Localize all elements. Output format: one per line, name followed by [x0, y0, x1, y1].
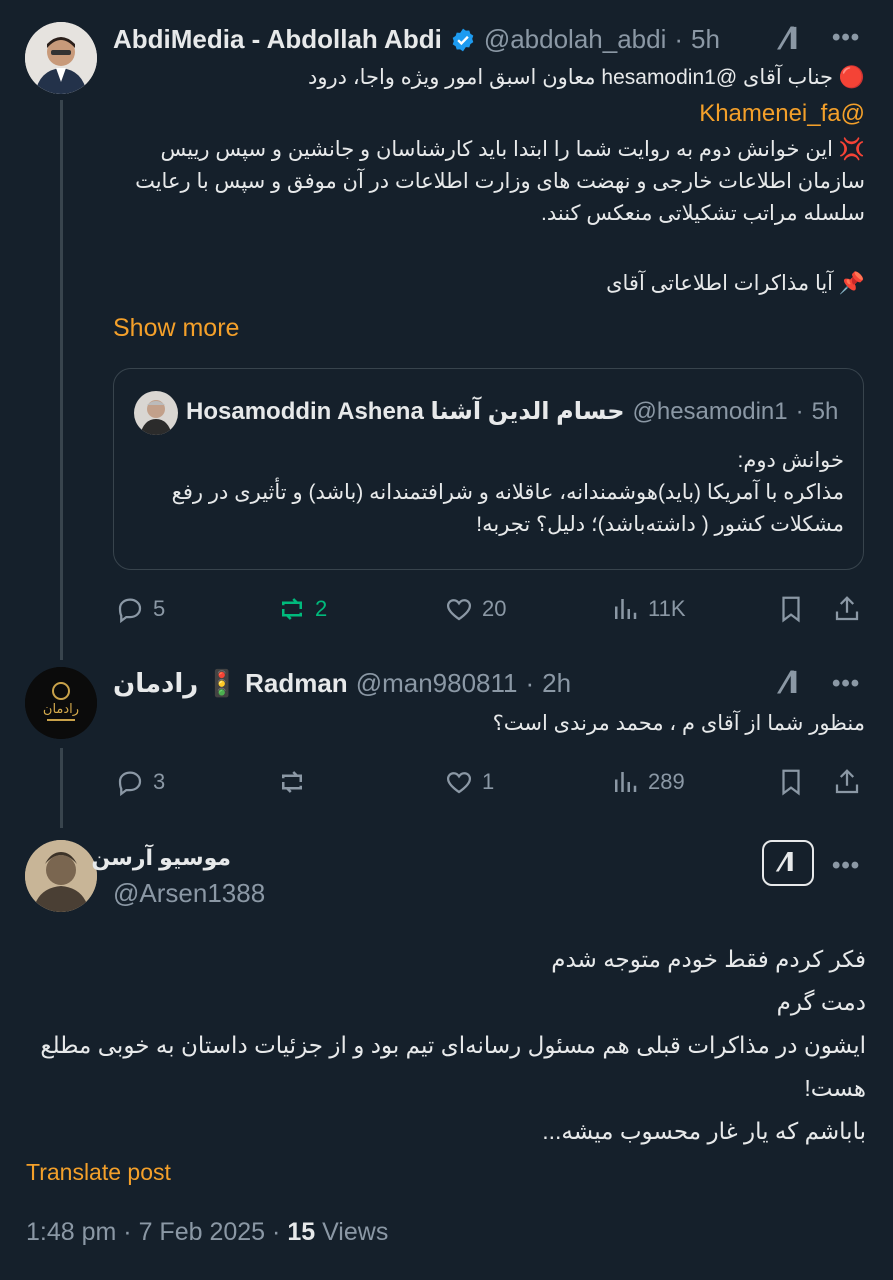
bookmark-button[interactable]	[776, 594, 806, 624]
views-button[interactable]: 289	[610, 767, 685, 797]
views-icon	[615, 599, 637, 619]
views-count: 289	[648, 769, 685, 794]
views-button[interactable]: 11K	[610, 594, 686, 624]
bookmark-icon	[782, 769, 800, 796]
timestamp[interactable]: 2h	[542, 668, 571, 699]
thread-line	[60, 100, 63, 660]
text-line: هست!	[804, 1075, 866, 1101]
quoted-timestamp: 5h	[811, 397, 839, 425]
views-label: Views	[322, 1218, 389, 1246]
text-line: خوانش دوم:	[737, 449, 844, 472]
text-line: مذاکره با آمریکا (باید)هوشمندانه، عاقلان…	[171, 481, 844, 504]
quoted-display-name: Hosamoddin Ashena حسام الدین آشنا	[186, 398, 625, 425]
verified-icon	[450, 27, 476, 53]
avatar	[134, 391, 178, 435]
grok-icon: ⁄I	[780, 848, 795, 878]
tweet-text: 🔴 جناب آقای @hesamodin1 معاون اسبق امور …	[113, 62, 865, 300]
display-name[interactable]: AbdiMedia - Abdollah Abdi	[113, 24, 442, 55]
grok-icon[interactable]: ⁄I	[783, 666, 799, 701]
text-line: فکر کردم فقط خودم متوجه شدم	[551, 946, 866, 972]
bookmark-icon	[782, 596, 800, 623]
text-line: سازمان اطلاعات خارجی و نهضت های وزارت اط…	[135, 170, 865, 193]
handle[interactable]: @abdolah_abdi	[484, 24, 667, 55]
translate-post-link[interactable]: Translate post	[26, 1159, 171, 1186]
like-count: 1	[482, 769, 495, 794]
share-icon	[835, 596, 859, 621]
bookmark-button[interactable]	[776, 767, 806, 797]
quoted-text: خوانش دوم: مذاکره با آمریکا (باید)هوشمند…	[134, 445, 844, 541]
text-line: 📌 آیا مذاکرات اطلاعاتی آقای	[606, 272, 865, 295]
views-count: 15	[287, 1218, 316, 1246]
reply-count: 3	[153, 769, 166, 794]
avatar[interactable]	[25, 840, 97, 912]
share-button[interactable]	[832, 594, 862, 624]
repost-button[interactable]: 2	[277, 594, 327, 624]
reply-icon	[118, 771, 142, 797]
text-line: مشکلات کشور ( داشته‌باشد)؛ دلیل؟ تجربه!	[476, 513, 844, 536]
separator-dot: ·	[674, 24, 684, 54]
views-count: 11K	[648, 596, 686, 621]
handle[interactable]: @Arsen1388	[113, 878, 265, 909]
text-line: 💢 این خوانش دوم به روایت شما را ابتدا با…	[160, 138, 865, 161]
text-line: سلسله مراتب تشکیلاتی منعکس کنند.	[541, 202, 865, 225]
reply-button[interactable]: 3	[115, 767, 165, 797]
show-more-link[interactable]: Show more	[113, 314, 239, 343]
quoted-handle: @hesamodin1	[632, 397, 788, 425]
avatar[interactable]: رادمان	[25, 667, 97, 739]
grok-icon[interactable]: ⁄I	[783, 22, 799, 57]
text-line: 🔴 جناب آقای @hesamodin1 معاون اسبق امور …	[308, 66, 865, 89]
more-icon[interactable]: •••	[832, 852, 860, 880]
like-count: 20	[482, 596, 507, 621]
avatar[interactable]	[25, 22, 97, 94]
like-button[interactable]: 1	[444, 767, 494, 797]
repost-icon	[282, 598, 302, 620]
post-time[interactable]: 1:48 pm	[26, 1218, 116, 1246]
tweet-text: منظور شما از آقای م ، محمد مرندی است؟	[492, 712, 865, 735]
repost-button[interactable]	[277, 767, 307, 797]
timestamp[interactable]: 5h	[691, 24, 720, 55]
text-line: باباشم که یار غار محسوب میشه...	[542, 1118, 866, 1144]
more-icon[interactable]: •••	[832, 670, 860, 698]
like-icon	[446, 772, 472, 794]
views-icon	[615, 772, 637, 792]
share-icon	[835, 769, 859, 794]
svg-text:رادمان: رادمان	[43, 702, 79, 717]
tweet-text: فکر کردم فقط خودم متوجه شدم دمت گرم ایشو…	[26, 938, 866, 1153]
text-line: دمت گرم	[776, 989, 866, 1015]
grok-button[interactable]: ⁄I	[762, 840, 814, 886]
mention-link[interactable]: @Khamenei_fa	[113, 94, 865, 134]
display-name[interactable]: رادمان 🚦 Radman	[113, 668, 348, 699]
text-line: ایشون در مذاکرات قبلی هم مسئول رسانه‌ای …	[40, 1032, 866, 1058]
reply-count: 5	[153, 596, 166, 621]
quoted-tweet-card[interactable]: Hosamoddin Ashena حسام الدین آشنا @hesam…	[113, 368, 864, 570]
more-icon[interactable]: •••	[832, 24, 860, 52]
thread-line	[60, 748, 63, 828]
share-button[interactable]	[832, 767, 862, 797]
reply-icon	[118, 598, 142, 624]
repost-icon	[282, 771, 302, 793]
post-meta: 1:48 pm · 7 Feb 2025 · 15 Views	[26, 1218, 389, 1246]
like-icon	[446, 599, 472, 621]
handle[interactable]: @man980811	[356, 668, 518, 699]
repost-count: 2	[315, 596, 328, 621]
display-name[interactable]: موسیو آرسن	[91, 845, 231, 871]
like-button[interactable]: 20	[444, 594, 506, 624]
post-date[interactable]: 7 Feb 2025	[139, 1218, 266, 1246]
reply-button[interactable]: 5	[115, 594, 165, 624]
